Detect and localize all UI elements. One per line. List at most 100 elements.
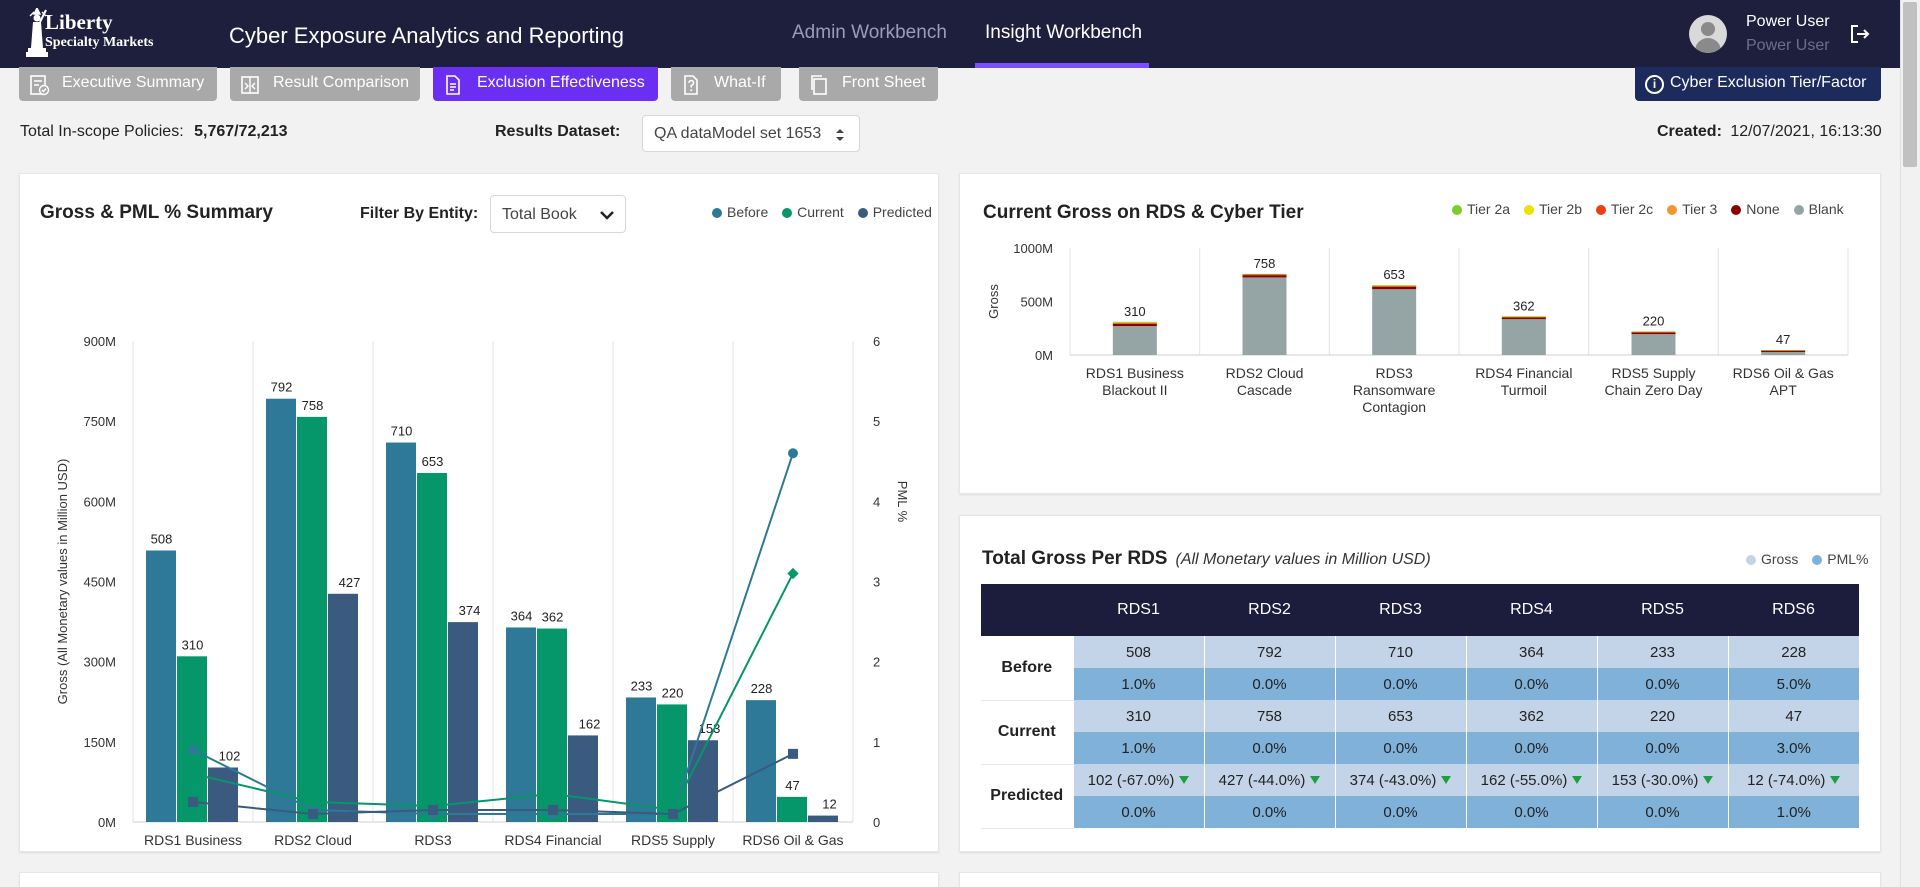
total-gross-subtitle: (All Monetary values in Million USD) xyxy=(1175,551,1431,568)
legend-tier-2a[interactable]: Tier 2a xyxy=(1452,201,1510,217)
legend-gross[interactable]: Gross xyxy=(1746,551,1798,567)
nav-insight-workbench[interactable]: Insight Workbench xyxy=(985,22,1142,44)
table-header-rds6: RDS6 xyxy=(1728,584,1859,636)
scrollbar-thumb[interactable] xyxy=(1903,2,1917,167)
bar-value-label: 310 xyxy=(182,637,204,652)
x-tick-label: RDS6 Oil & Gas xyxy=(742,832,843,848)
bar-before xyxy=(746,700,776,822)
policies-label: Total In-scope Policies: xyxy=(20,123,184,140)
bar-total-label: 220 xyxy=(1643,313,1665,328)
bar-value-label: 374 xyxy=(459,603,481,618)
y-axis-label: Gross (All Monetary values in Million US… xyxy=(55,459,70,705)
bar-current xyxy=(417,473,447,822)
bar-before xyxy=(266,398,296,822)
bar-value-label: 792 xyxy=(271,380,293,395)
logout-icon[interactable] xyxy=(1848,22,1872,46)
cell-value: 47 xyxy=(1785,707,1803,725)
y-tick-label: 150M xyxy=(83,735,116,750)
cell-predicted-gross-rds5: 153 (-30.0%) xyxy=(1596,764,1728,796)
dataset-label: Results Dataset: xyxy=(495,123,620,141)
legend-before-swatch xyxy=(712,208,722,218)
pml-point-predicted xyxy=(668,808,678,819)
x-tick-label: RDS1 Business xyxy=(1086,365,1184,381)
bar-current xyxy=(297,416,327,822)
legend-none[interactable]: None xyxy=(1731,201,1780,217)
y2-tick-label: 0 xyxy=(873,815,880,830)
legend-current-swatch xyxy=(782,208,793,218)
row-label-current: Current xyxy=(981,700,1073,765)
cell-predicted-pml-rds5: 0.0% xyxy=(1596,796,1728,828)
stack-segment-none xyxy=(1242,274,1287,278)
cyber-tier-title: Current Gross on RDS & Cyber Tier xyxy=(983,202,1304,223)
row-label-predicted: Predicted xyxy=(981,764,1073,829)
legend-predicted[interactable]: Predicted xyxy=(857,204,932,220)
tab-exclusion-effectiveness[interactable]: Exclusion Effectiveness xyxy=(433,67,658,101)
tab-front-sheet[interactable]: Front Sheet xyxy=(799,67,938,101)
tab-what-if[interactable]: What-If xyxy=(671,67,781,101)
down-triangle-icon xyxy=(1830,775,1841,784)
pml-point-before xyxy=(788,448,798,459)
legend-tier-2a-label: Tier 2a xyxy=(1467,201,1511,217)
y2-tick-label: 3 xyxy=(873,575,880,590)
pml-point-predicted xyxy=(188,796,198,807)
x-tick-label: Contagion xyxy=(1362,399,1426,415)
active-nav-indicator xyxy=(975,63,1149,68)
tab-result-comparison[interactable]: Result Comparison xyxy=(230,67,420,101)
stack-segment-tier-2a xyxy=(1631,331,1676,332)
legend-tier-2c[interactable]: Tier 2c xyxy=(1595,201,1653,217)
question-icon xyxy=(684,75,698,95)
legend-blank-swatch xyxy=(1793,205,1804,215)
legend-none-swatch xyxy=(1731,205,1742,215)
x-tick-label: RDS3 xyxy=(414,832,452,848)
app-title: Cyber Exposure Analytics and Reporting xyxy=(229,23,624,48)
cell-current-pml-rds2: 0.0% xyxy=(1203,732,1335,764)
x-tick-label: RDS6 Oil & Gas xyxy=(1733,365,1834,381)
cyber-exclusion-tier-button[interactable]: i Cyber Exclusion Tier/Factor xyxy=(1635,67,1881,101)
created-label: Created: xyxy=(1657,123,1722,140)
legend-before[interactable]: Before xyxy=(712,204,768,220)
table-header-rds3: RDS3 xyxy=(1335,584,1466,636)
legend-pml-label: PML% xyxy=(1827,551,1869,567)
cell-value: 364 xyxy=(1518,643,1545,661)
legend-tier-2b[interactable]: Tier 2b xyxy=(1523,201,1582,217)
legend-blank[interactable]: Blank xyxy=(1793,201,1844,217)
stack-segment-tier-2a xyxy=(1242,273,1287,275)
cell-value: 310 xyxy=(1125,707,1152,725)
gross-pml-card: Gross & PML % Summary Filter By Entity: … xyxy=(19,173,939,852)
down-triangle-icon xyxy=(1703,775,1714,784)
entity-filter-select[interactable]: Total Book xyxy=(490,195,626,233)
cell-before-gross-rds1: 508 xyxy=(1072,636,1204,668)
cell-value: 102 (-67.0%) xyxy=(1087,771,1175,789)
table-row-before-pml: 1.0% 0.0% 0.0% 0.0% 0.0% 5.0% xyxy=(981,668,1859,700)
gross-pml-legend: Before Current Predicted xyxy=(702,204,932,220)
cell-before-gross-rds5: 233 xyxy=(1596,636,1728,668)
pml-point-predicted xyxy=(788,748,798,759)
cell-current-gross-rds4: 362 xyxy=(1465,700,1597,732)
table-row-before-gross: Before 508 792 710 364 233 228 xyxy=(981,636,1859,701)
cyber-tier-legend: Tier 2a Tier 2b Tier 2c Tier 3 None Blan… xyxy=(1442,201,1844,217)
stack-segment-tier-2c xyxy=(1242,274,1287,276)
legend-tier-3-label: Tier 3 xyxy=(1682,201,1718,217)
cell-current-pml-rds5: 0.0% xyxy=(1596,732,1728,764)
legend-tier-3[interactable]: Tier 3 xyxy=(1667,201,1717,217)
legend-current[interactable]: Current xyxy=(782,204,844,220)
stack-segment-blank xyxy=(1112,326,1157,355)
cell-before-pml-rds4: 0.0% xyxy=(1465,668,1597,700)
cyber-tier-chart: 0M 500M 1000M Gross 310 RDS1 BusinessBlackout… xyxy=(986,241,1849,415)
y-tick-label: 600M xyxy=(83,494,116,509)
cell-predicted-pml-rds4: 0.0% xyxy=(1465,796,1597,828)
stack-segment-blank xyxy=(1501,319,1546,355)
legend-pml[interactable]: PML% xyxy=(1812,551,1868,567)
total-gross-legend: Gross PML% xyxy=(1736,551,1868,567)
nav-admin-workbench[interactable]: Admin Workbench xyxy=(792,22,947,44)
x-tick-label: RDS4 Financial xyxy=(1475,365,1572,381)
legend-blank-label: Blank xyxy=(1808,201,1844,217)
dataset-select[interactable]: QA dataModel set 1653 xyxy=(642,115,860,152)
avatar[interactable] xyxy=(1689,15,1727,53)
bar-value-label: 102 xyxy=(219,748,241,763)
tab-executive-summary[interactable]: Executive Summary xyxy=(19,67,217,101)
cell-before-pml-rds1: 1.0% xyxy=(1072,668,1204,700)
cell-before-gross-rds2: 792 xyxy=(1203,636,1335,668)
x-tick-label: RDS5 Supply xyxy=(631,832,715,848)
x-tick-label: RDS2 Cloud xyxy=(274,832,352,848)
